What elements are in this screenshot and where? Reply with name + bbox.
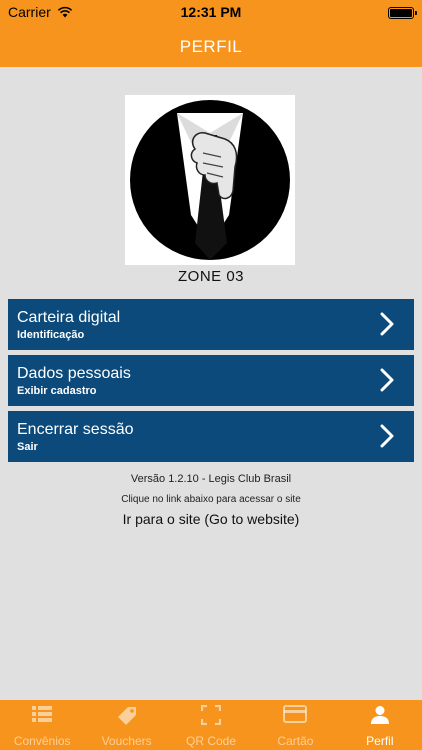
- page-title: PERFIL: [179, 37, 243, 56]
- avatar: [125, 95, 295, 265]
- menu-item-title: Dados pessoais: [17, 365, 131, 382]
- profile-name: ZONE 03: [177, 268, 245, 285]
- tab-vouchers[interactable]: Vouchers: [84, 700, 168, 750]
- status-bar: Carrier 12:31 PM: [0, 0, 422, 26]
- menu-item-title: Carteira digital: [17, 309, 121, 326]
- list-icon: [32, 706, 53, 722]
- tab-label: Vouchers: [101, 734, 152, 748]
- tab-label: QR Code: [186, 734, 237, 748]
- person-icon: [370, 706, 389, 724]
- qr-scan-icon: [201, 705, 222, 725]
- nav-bar: PERFIL: [0, 26, 422, 67]
- tab-qr-code[interactable]: QR Code: [169, 700, 253, 750]
- version-text: Versão 1.2.10 - Legis Club Brasil: [130, 473, 292, 485]
- suit-tie-avatar-image: [130, 100, 290, 260]
- menu-item-title: Encerrar sessão: [17, 421, 134, 438]
- chevron-right-icon: [380, 424, 394, 448]
- tab-label: Cartão: [277, 734, 314, 748]
- link-hint-text: Clique no link abaixo para acessar o sit…: [121, 494, 301, 505]
- tag-icon: [117, 707, 136, 725]
- tab-cartao[interactable]: Cartão: [253, 700, 337, 750]
- menu-item-subtitle: Sair: [17, 441, 38, 453]
- chevron-right-icon: [380, 368, 394, 392]
- clock: 12:31 PM: [180, 4, 242, 20]
- menu-item-dados-pessoais[interactable]: Dados pessoais Exibir cadastro: [8, 355, 414, 406]
- card-icon: [283, 705, 308, 723]
- menu-item-subtitle: Exibir cadastro: [17, 385, 97, 397]
- chevron-right-icon: [380, 312, 394, 336]
- website-link[interactable]: Ir para o site (Go to website): [0, 511, 422, 527]
- tab-bar: Convênios Vouchers QR Code Cartão Perfil: [0, 700, 422, 750]
- menu-item-subtitle: Identificação: [17, 329, 85, 341]
- tab-label: Convênios: [13, 734, 71, 748]
- menu-item-encerrar-sessao[interactable]: Encerrar sessão Sair: [8, 411, 414, 462]
- tab-label: Perfil: [366, 734, 394, 748]
- battery-icon: [388, 7, 417, 19]
- menu-item-carteira-digital[interactable]: Carteira digital Identificação: [8, 299, 414, 350]
- tab-convenios[interactable]: Convênios: [0, 700, 84, 750]
- tab-perfil[interactable]: Perfil: [338, 700, 422, 750]
